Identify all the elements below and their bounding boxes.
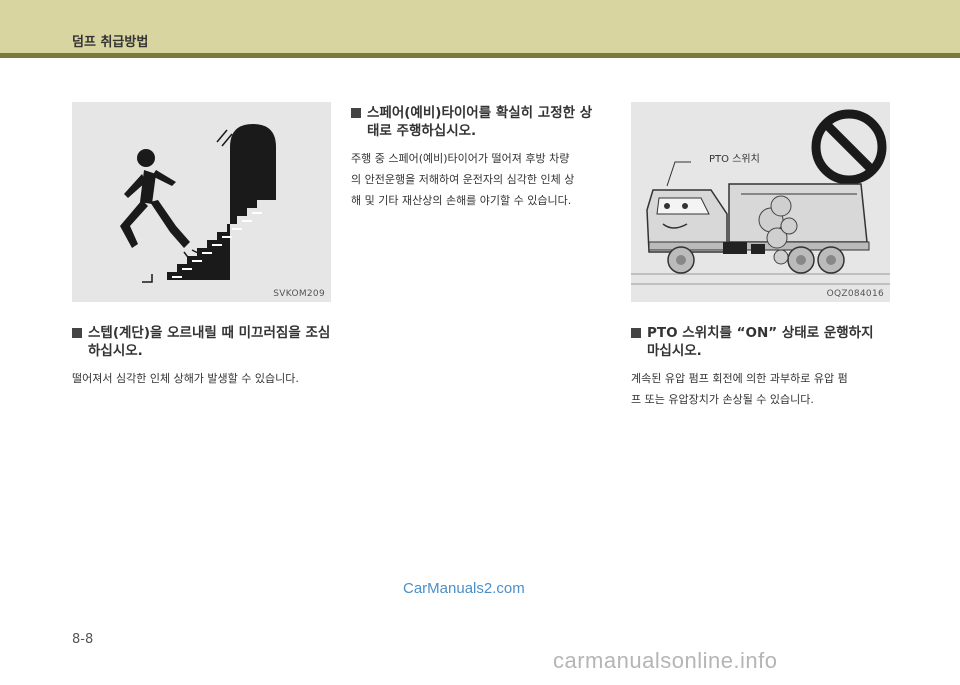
chapter-title: 덤프 취급방법 bbox=[72, 35, 149, 50]
section-body: 떨어져서 심각한 인체 상해가 발생할 수 있습니다. bbox=[72, 368, 337, 389]
section-body: 주행 중 스페어(예비)타이어가 떨어져 후방 차량 의 안전운행을 저해하여 … bbox=[351, 148, 616, 211]
header-rule bbox=[0, 53, 960, 58]
page-number: 8-8 bbox=[72, 632, 94, 647]
section-stairs: 스텝(계단)을 오르내릴 때 미끄러짐을 조심 하십시오. 떨어져서 심각한 인… bbox=[72, 324, 337, 389]
section-body-line: 해 및 기타 재산상의 손해를 야기할 수 있습니다. bbox=[351, 194, 572, 207]
figure-stairs-slip: SVKOM209 bbox=[72, 102, 331, 302]
figure-code: SVKOM209 bbox=[273, 289, 325, 299]
section-body-line: 떨어져서 심각한 인체 상해가 발생할 수 있습니다. bbox=[72, 372, 299, 385]
watermark-link[interactable]: CarManuals2.com bbox=[403, 580, 525, 597]
footer-watermark: carmanualsonline.info bbox=[553, 648, 778, 673]
figure-code: OQZ084016 bbox=[826, 289, 884, 299]
section-body-line: 주행 중 스페어(예비)타이어가 떨어져 후방 차량 bbox=[351, 152, 570, 165]
pto-switch-label: PTO 스위치 bbox=[709, 154, 760, 165]
section-body: 계속된 유압 펌프 회전에 의한 과부하로 유압 펌 프 또는 유압장치가 손상… bbox=[631, 368, 896, 410]
stairs-slip-illustration bbox=[120, 124, 276, 283]
bullet-square bbox=[351, 108, 361, 118]
section-spare-tire: 스페어(예비)타이어를 확실히 고정한 상 태로 주행하십시오. 주행 중 스페… bbox=[351, 104, 616, 211]
bullet-square bbox=[72, 328, 82, 338]
section-title-line: 스페어(예비)타이어를 확실히 고정한 상 bbox=[367, 105, 593, 121]
bullet-square bbox=[631, 328, 641, 338]
pto-truck-illustration bbox=[631, 109, 890, 285]
section-body-line: 계속된 유압 펌프 회전에 의한 과부하로 유압 펌 bbox=[631, 372, 848, 385]
figure-pto-switch: PTO 스위치 OQZ084016 bbox=[631, 102, 890, 302]
section-title: PTO 스위치를 “ON” 상태로 운행하지 마십시오. bbox=[631, 324, 896, 360]
section-title-line: 스텝(계단)을 오르내릴 때 미끄러짐을 조심 bbox=[88, 325, 331, 341]
section-body-line: 의 안전운행을 저해하여 운전자의 심각한 인체 상 bbox=[351, 173, 575, 186]
section-title-line: 태로 주행하십시오. bbox=[367, 123, 477, 139]
section-pto: PTO 스위치를 “ON” 상태로 운행하지 마십시오. 계속된 유압 펌프 회… bbox=[631, 324, 896, 410]
section-title-line: 하십시오. bbox=[88, 343, 143, 359]
section-title: 스페어(예비)타이어를 확실히 고정한 상 태로 주행하십시오. bbox=[351, 104, 616, 140]
section-title: 스텝(계단)을 오르내릴 때 미끄러짐을 조심 하십시오. bbox=[72, 324, 337, 360]
section-title-line: 마십시오. bbox=[647, 343, 702, 359]
section-body-line: 프 또는 유압장치가 손상될 수 있습니다. bbox=[631, 393, 814, 406]
section-title-line: PTO 스위치를 “ON” 상태로 운행하지 bbox=[647, 325, 874, 341]
